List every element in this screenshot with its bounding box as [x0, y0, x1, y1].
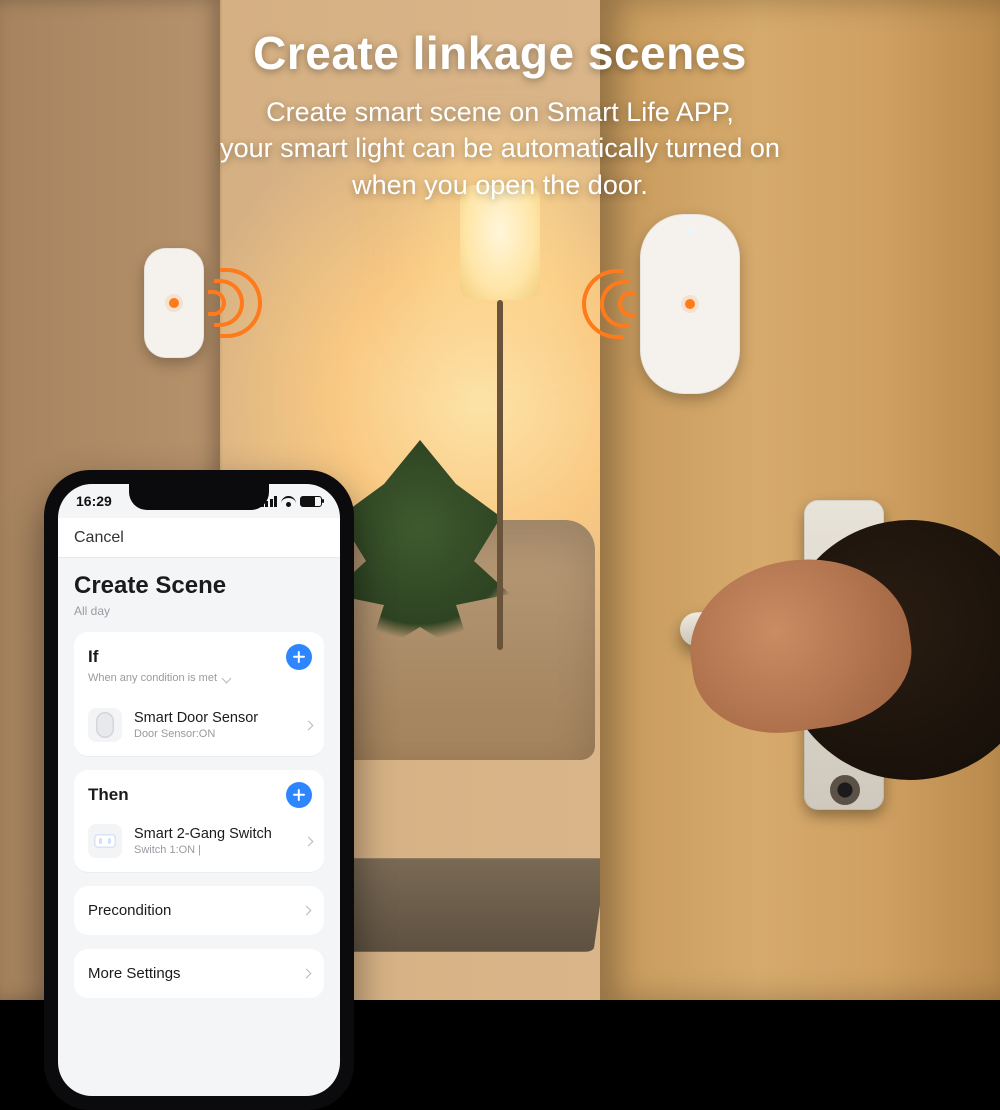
precondition-label: Precondition [88, 902, 171, 919]
chevron-right-icon [302, 906, 312, 916]
floor-lamp [440, 185, 560, 665]
switch-icon [88, 824, 122, 858]
page-subtitle: All day [74, 604, 324, 618]
sensor-indicator-dot [685, 299, 695, 309]
chevron-right-icon [302, 969, 312, 979]
cancel-button[interactable]: Cancel [74, 529, 124, 547]
door-sensor-icon [88, 708, 122, 742]
headline-title: Create linkage scenes [0, 26, 1000, 80]
add-action-button[interactable] [286, 782, 312, 808]
action-device-state: Switch 1:ON | [134, 844, 293, 856]
action-device-row[interactable]: Smart 2-Gang Switch Switch 1:ON | [74, 810, 324, 872]
phone-notch [129, 484, 269, 510]
signal-waves-icon [570, 259, 640, 349]
if-title: If [88, 647, 98, 667]
chevron-right-icon [304, 836, 314, 846]
action-device-name: Smart 2-Gang Switch [134, 826, 293, 842]
sensor-indicator-dot [169, 298, 179, 308]
phone-screen: 16:29 Cancel Create Scene All day If Whe… [58, 484, 340, 1096]
if-condition-card: If When any condition is met Smart Door … [74, 632, 324, 756]
marketing-headline: Create linkage scenes Create smart scene… [0, 26, 1000, 203]
nav-bar: Cancel [58, 518, 340, 558]
condition-device-row[interactable]: Smart Door Sensor Door Sensor:ON [74, 694, 324, 756]
sensor-led [687, 228, 693, 234]
signal-waves-icon [204, 258, 274, 348]
battery-icon [300, 496, 322, 507]
more-settings-label: More Settings [88, 965, 181, 982]
chevron-down-icon [222, 673, 232, 683]
status-time: 16:29 [76, 493, 112, 509]
headline-subtitle: Create smart scene on Smart Life APP, yo… [0, 94, 1000, 203]
if-hint-text: When any condition is met [88, 672, 217, 684]
if-hint-row[interactable]: When any condition is met [74, 672, 324, 694]
then-title: Then [88, 785, 129, 805]
page-title: Create Scene [74, 572, 324, 600]
then-action-card: Then Smart 2-Gang Switch Switch 1:ON | [74, 770, 324, 872]
door-sensor-main [640, 214, 740, 394]
add-condition-button[interactable] [286, 644, 312, 670]
precondition-row[interactable]: Precondition [74, 886, 324, 935]
keyhole [830, 775, 860, 805]
condition-device-name: Smart Door Sensor [134, 710, 293, 726]
wifi-icon [281, 496, 296, 507]
door-sensor-magnet [144, 248, 204, 358]
more-settings-row[interactable]: More Settings [74, 949, 324, 998]
chevron-right-icon [304, 720, 314, 730]
condition-device-state: Door Sensor:ON [134, 728, 293, 740]
phone-mockup: 16:29 Cancel Create Scene All day If Whe… [44, 470, 354, 1110]
